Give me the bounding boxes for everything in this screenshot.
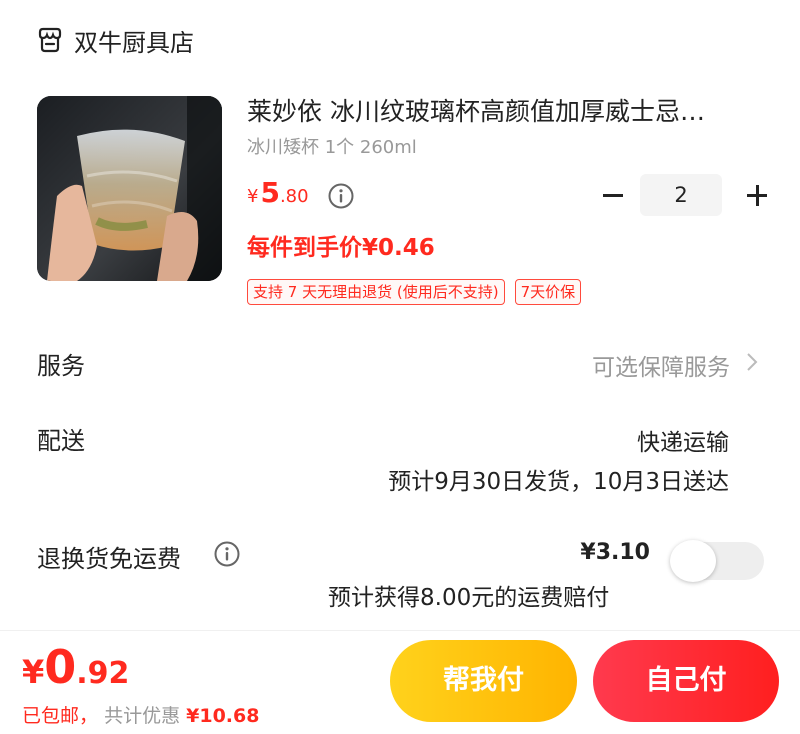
price-decimal: .80 [279, 186, 309, 207]
delivery-estimate: 预计9月30日发货，10月3日送达 [388, 469, 729, 495]
delivery-method: 快递运输 [637, 430, 729, 456]
unit-price: 每件到手价¥0.46 [247, 235, 435, 261]
product-variant[interactable]: 冰川矮杯 1个 260ml [247, 133, 417, 159]
discount-amount: ¥10.68 [186, 705, 260, 727]
quantity-value[interactable]: 2 [640, 174, 722, 216]
total-integer: 0 [44, 640, 77, 694]
self-pay-button[interactable]: 自己付 [593, 640, 779, 722]
return-shipping-price: ¥3.10 [580, 540, 650, 565]
total-price: ¥ 0 .92 [22, 640, 129, 694]
price-protection-tag: 7天价保 [514, 279, 582, 305]
decrease-quantity-button[interactable] [598, 180, 628, 210]
price-currency: ¥ [247, 186, 259, 207]
increase-quantity-button[interactable] [742, 180, 772, 210]
store-icon [36, 26, 64, 54]
discount-summary: 已包邮， 共计优惠 ¥10.68 [22, 701, 259, 728]
chevron-right-icon[interactable] [745, 352, 759, 372]
product-title[interactable]: 莱妙依 冰川纹玻璃杯高颜值加厚威士忌… [247, 92, 767, 128]
product-image[interactable] [37, 96, 222, 281]
total-decimal: .92 [76, 656, 130, 691]
help-pay-button[interactable]: 帮我付 [390, 640, 577, 722]
footer-divider [0, 630, 800, 631]
price-info-icon[interactable] [328, 183, 354, 209]
return-shipping-label: 退换货免运费 [37, 545, 181, 573]
total-currency: ¥ [22, 653, 45, 691]
price-integer: 5 [260, 176, 280, 209]
store-name[interactable]: 双牛厨具店 [74, 23, 194, 58]
return-shipping-toggle[interactable] [670, 540, 764, 582]
return-shipping-note: 预计获得8.00元的运费赔付 [328, 585, 610, 611]
product-tags: 支持 7 天无理由退货 (使用后不支持) 7天价保 [247, 279, 582, 305]
product-price: ¥ 5 .80 [247, 176, 309, 209]
shipping-note: 已包邮， [22, 705, 99, 727]
service-label: 服务 [37, 352, 85, 380]
quantity-stepper[interactable]: 2 [598, 174, 772, 216]
store-header[interactable]: 双牛厨具店 [36, 22, 194, 58]
return-shipping-info-icon[interactable] [214, 541, 240, 567]
delivery-label: 配送 [37, 427, 85, 455]
toggle-knob[interactable] [670, 540, 716, 582]
discount-label: 共计优惠 [104, 705, 181, 727]
service-option[interactable]: 可选保障服务 [592, 348, 730, 382]
return-policy-tag: 支持 7 天无理由退货 (使用后不支持) [247, 279, 505, 305]
